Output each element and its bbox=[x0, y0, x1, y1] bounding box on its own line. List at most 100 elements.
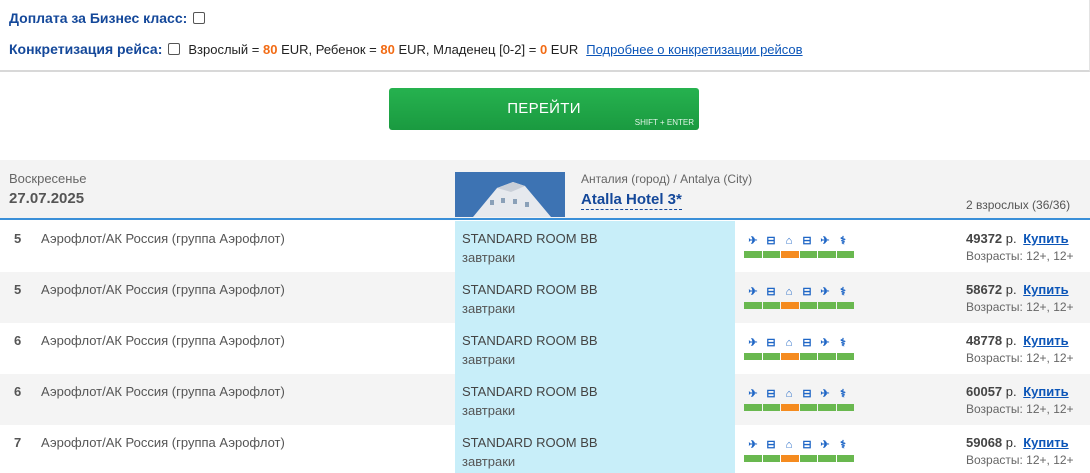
price-value: 48778 bbox=[966, 333, 1003, 348]
medical-insurance-icon: ⚕ bbox=[840, 235, 846, 247]
plane-icon: ✈ bbox=[820, 286, 830, 298]
price-cell: 58672 р. Купить Возрасты: 12+, 12+ bbox=[966, 282, 1074, 314]
room-cell: STANDARD ROOM BB завтраки bbox=[455, 323, 735, 374]
search-options-panel: Доплата за Бизнес класс: Конкретизация р… bbox=[0, 0, 1090, 72]
room-type: STANDARD ROOM BB bbox=[462, 282, 598, 297]
go-button[interactable]: ПЕРЕЙТИ SHIFT + ENTER bbox=[389, 88, 699, 130]
offer-row: 5 Аэрофлот/АК Россия (группа Аэрофлот) S… bbox=[0, 221, 1090, 272]
airline-name: Аэрофлот/АК Россия (группа Аэрофлот) bbox=[41, 282, 285, 297]
flight-spec-more-link[interactable]: Подробнее о конкретизации рейсов bbox=[586, 42, 802, 57]
price-cell: 60057 р. Купить Возрасты: 12+, 12+ bbox=[966, 384, 1074, 416]
price-currency: р. bbox=[1005, 282, 1017, 297]
bus-icon: ⊟ bbox=[802, 235, 812, 247]
ages-info: Возрасты: 12+, 12+ bbox=[966, 249, 1074, 263]
plane-icon: ✈ bbox=[748, 286, 758, 298]
tour-header: Воскресенье 27.07.2025 Анталия (город) /… bbox=[0, 160, 1090, 220]
room-cell: STANDARD ROOM BB завтраки bbox=[455, 374, 735, 425]
service-status-bars bbox=[744, 353, 854, 360]
child-fee-label: EUR, Ребенок = bbox=[281, 41, 377, 57]
plane-icon: ✈ bbox=[820, 439, 830, 451]
status-bar bbox=[781, 251, 799, 258]
buy-link[interactable]: Купить bbox=[1023, 282, 1068, 297]
airline-name: Аэрофлот/АК Россия (группа Аэрофлот) bbox=[41, 435, 285, 450]
status-bar bbox=[818, 455, 836, 462]
status-bar bbox=[781, 353, 799, 360]
meal-plan: завтраки bbox=[462, 403, 516, 418]
ages-info: Возрасты: 12+, 12+ bbox=[966, 300, 1074, 314]
status-bar bbox=[836, 353, 854, 360]
status-bar bbox=[762, 353, 780, 360]
bus-icon: ⊟ bbox=[766, 388, 776, 400]
hotel-photo[interactable] bbox=[455, 172, 565, 217]
flight-spec-checkbox[interactable] bbox=[168, 43, 181, 55]
status-bar bbox=[836, 251, 854, 258]
room-type: STANDARD ROOM BB bbox=[462, 333, 598, 348]
status-bar bbox=[818, 404, 836, 411]
bus-icon: ⊟ bbox=[766, 337, 776, 349]
service-status-bars bbox=[744, 404, 854, 411]
plane-icon: ✈ bbox=[748, 439, 758, 451]
offers-list: 5 Аэрофлот/АК Россия (группа Аэрофлот) S… bbox=[0, 221, 1090, 473]
airline-name: Аэрофлот/АК Россия (группа Аэрофлот) bbox=[41, 333, 285, 348]
buy-link[interactable]: Купить bbox=[1023, 333, 1068, 348]
service-icons: ✈ ⊟ ⌂ ⊟ ✈ ⚕ bbox=[744, 285, 854, 309]
flight-spec-option: Конкретизация рейса: Взрослый = 80 EUR, … bbox=[9, 41, 803, 57]
price-currency: р. bbox=[1005, 384, 1017, 399]
bus-icon: ⊟ bbox=[766, 286, 776, 298]
child-fee-value: 80 bbox=[380, 41, 395, 57]
buy-link[interactable]: Купить bbox=[1023, 384, 1068, 399]
plane-icon: ✈ bbox=[820, 337, 830, 349]
infant-fee-label: EUR, Младенец [0-2] = bbox=[398, 41, 537, 57]
medical-insurance-icon: ⚕ bbox=[840, 337, 846, 349]
adult-fee-value: 80 bbox=[262, 41, 278, 57]
nights-count: 5 bbox=[14, 231, 22, 246]
price-currency: р. bbox=[1005, 333, 1017, 348]
ages-info: Возрасты: 12+, 12+ bbox=[966, 351, 1074, 365]
plane-icon: ✈ bbox=[748, 388, 758, 400]
nights-count: 6 bbox=[14, 333, 22, 348]
business-class-label: Доплата за Бизнес класс: bbox=[9, 10, 188, 26]
bus-icon: ⊟ bbox=[766, 439, 776, 451]
status-bar bbox=[818, 353, 836, 360]
room-type: STANDARD ROOM BB bbox=[462, 384, 598, 399]
medical-insurance-icon: ⚕ bbox=[840, 286, 846, 298]
buy-link[interactable]: Купить bbox=[1023, 231, 1068, 246]
service-status-bars bbox=[744, 251, 854, 258]
price-value: 60057 bbox=[966, 384, 1003, 399]
price-value: 49372 bbox=[966, 231, 1003, 246]
bus-icon: ⊟ bbox=[802, 388, 812, 400]
status-bar bbox=[744, 455, 762, 462]
go-button-label: ПЕРЕЙТИ bbox=[507, 100, 581, 117]
status-bar bbox=[762, 455, 780, 462]
adult-fee-label: Взрослый = bbox=[188, 41, 260, 57]
business-class-checkbox[interactable] bbox=[193, 12, 206, 24]
flight-spec-label: Конкретизация рейса: bbox=[9, 41, 163, 57]
business-class-option: Доплата за Бизнес класс: bbox=[9, 10, 206, 26]
destination-city: Анталия (город) / Antalya (City) bbox=[581, 172, 753, 186]
hotel-name-link[interactable]: Atalla Hotel 3* bbox=[581, 191, 682, 210]
infant-fee-value: 0 bbox=[539, 41, 548, 57]
price-value: 58672 bbox=[966, 282, 1003, 297]
plane-icon: ✈ bbox=[748, 337, 758, 349]
price-currency: р. bbox=[1005, 231, 1017, 246]
nights-count: 5 bbox=[14, 282, 22, 297]
status-bar bbox=[836, 404, 854, 411]
status-bar bbox=[762, 404, 780, 411]
status-bar bbox=[762, 251, 780, 258]
room-cell: STANDARD ROOM BB завтраки bbox=[455, 425, 735, 473]
status-bar bbox=[818, 251, 836, 258]
airline-name: Аэрофлот/АК Россия (группа Аэрофлот) bbox=[41, 384, 285, 399]
nights-count: 6 bbox=[14, 384, 22, 399]
flight-spec-fees: Взрослый = 80 EUR, Ребенок = 80 EUR, Мла… bbox=[188, 42, 578, 57]
status-bar bbox=[799, 455, 817, 462]
departure-date: 27.07.2025 bbox=[9, 190, 85, 207]
price-cell: 49372 р. Купить Возрасты: 12+, 12+ bbox=[966, 231, 1074, 263]
service-status-bars bbox=[744, 302, 854, 309]
room-cell: STANDARD ROOM BB завтраки bbox=[455, 272, 735, 323]
hotel-icon: ⌂ bbox=[785, 337, 793, 349]
status-bar bbox=[799, 404, 817, 411]
status-bar bbox=[762, 302, 780, 309]
buy-link[interactable]: Купить bbox=[1023, 435, 1068, 450]
medical-insurance-icon: ⚕ bbox=[840, 439, 846, 451]
ages-info: Возрасты: 12+, 12+ bbox=[966, 453, 1074, 467]
